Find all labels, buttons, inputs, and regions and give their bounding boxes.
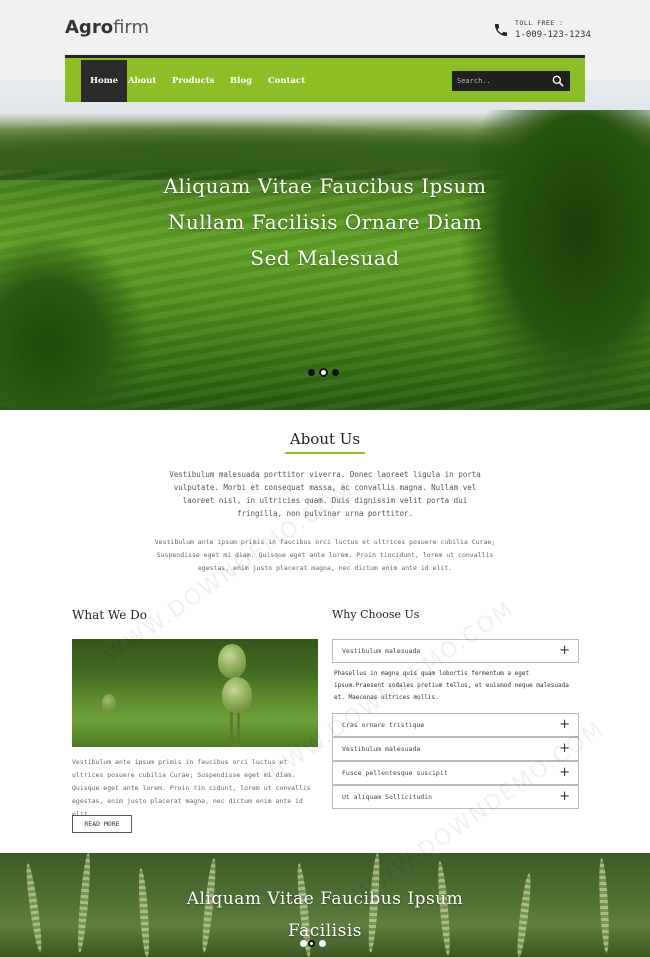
accordion-label: Vestibulum malesuada (342, 745, 421, 753)
nav-products[interactable]: Products (172, 60, 215, 102)
banner-title: Aliquam Vitae Faucibus Ipsum Facilisis (120, 883, 530, 947)
what-we-do-image (72, 639, 318, 747)
toll-free-number[interactable]: 1-009-123-1234 (515, 30, 591, 40)
slider-dot[interactable] (319, 940, 326, 947)
nav-about[interactable]: About (128, 60, 156, 102)
banner-line: Aliquam Vitae Faucibus Ipsum (186, 889, 464, 909)
accordion-label: Ut aliquam Sollicitudin (342, 793, 433, 801)
hero-title: Aliquam Vitae Faucibus Ipsum Nullam Faci… (100, 168, 550, 276)
toll-free-label: TOLL FREE : (515, 19, 564, 27)
accordion-item[interactable]: Cras ornare tristique + (332, 713, 579, 737)
nav-blog[interactable]: Blog (230, 60, 252, 102)
plus-icon[interactable]: + (559, 717, 570, 733)
slider-dot-active[interactable] (319, 368, 328, 377)
what-we-do-text: Vestibulum ante ipsum primis in faucibus… (72, 758, 311, 818)
plus-icon[interactable]: + (559, 643, 570, 659)
what-we-do-title: What We Do (72, 608, 147, 622)
hero-slider: Aliquam Vitae Faucibus Ipsum Nullam Faci… (0, 80, 650, 410)
accordion-content: Phasellus in magna quis quam lobortis fe… (334, 670, 569, 701)
read-more-button[interactable]: READ MORE (72, 815, 132, 833)
accordion-label: Vestibulum malesuada (342, 647, 421, 655)
search-input[interactable] (452, 71, 547, 91)
plus-icon[interactable]: + (559, 765, 570, 781)
hero-line: Aliquam Vitae Faucibus Ipsum (163, 174, 487, 198)
nav-home[interactable]: Home (81, 60, 128, 102)
accordion-label: Fusce pellentesque suscipit (342, 769, 448, 777)
slider-dot[interactable] (308, 369, 315, 376)
why-choose-us-title: Why Choose Us (332, 608, 420, 621)
accordion-item-open[interactable]: Vestibulum malesuada + (332, 639, 579, 663)
about-title-underline (285, 452, 365, 454)
slider-dot[interactable] (332, 369, 339, 376)
main-nav: Home About Products Blog Contact (65, 55, 585, 102)
search-box (452, 71, 570, 91)
phone-icon (495, 24, 507, 36)
slider-dot[interactable] (300, 940, 307, 947)
slider-dot-active[interactable] (308, 940, 315, 947)
accordion-item[interactable]: Ut aliquam Sollicitudin + (332, 785, 579, 809)
about-intro: Vestibulum malesuada porttitor viverra. … (169, 470, 481, 518)
plus-icon[interactable]: + (559, 741, 570, 757)
plus-icon[interactable]: + (559, 789, 570, 805)
accordion-label: Cras ornare tristique (342, 721, 425, 729)
search-icon[interactable] (551, 74, 565, 88)
logo[interactable]: Agrofirm (65, 17, 149, 38)
accordion-item[interactable]: Vestibulum malesuada + (332, 737, 579, 761)
hero-line: Sed Malesuad (250, 246, 400, 270)
hero-line: Nullam Facilisis Ornare Diam (167, 210, 483, 234)
accordion-item[interactable]: Fusce pellentesque suscipit + (332, 761, 579, 785)
about-body: Vestibulum ante ipsum primis in faucibus… (154, 538, 496, 572)
about-title: About Us (289, 430, 361, 448)
nav-contact[interactable]: Contact (268, 60, 305, 102)
